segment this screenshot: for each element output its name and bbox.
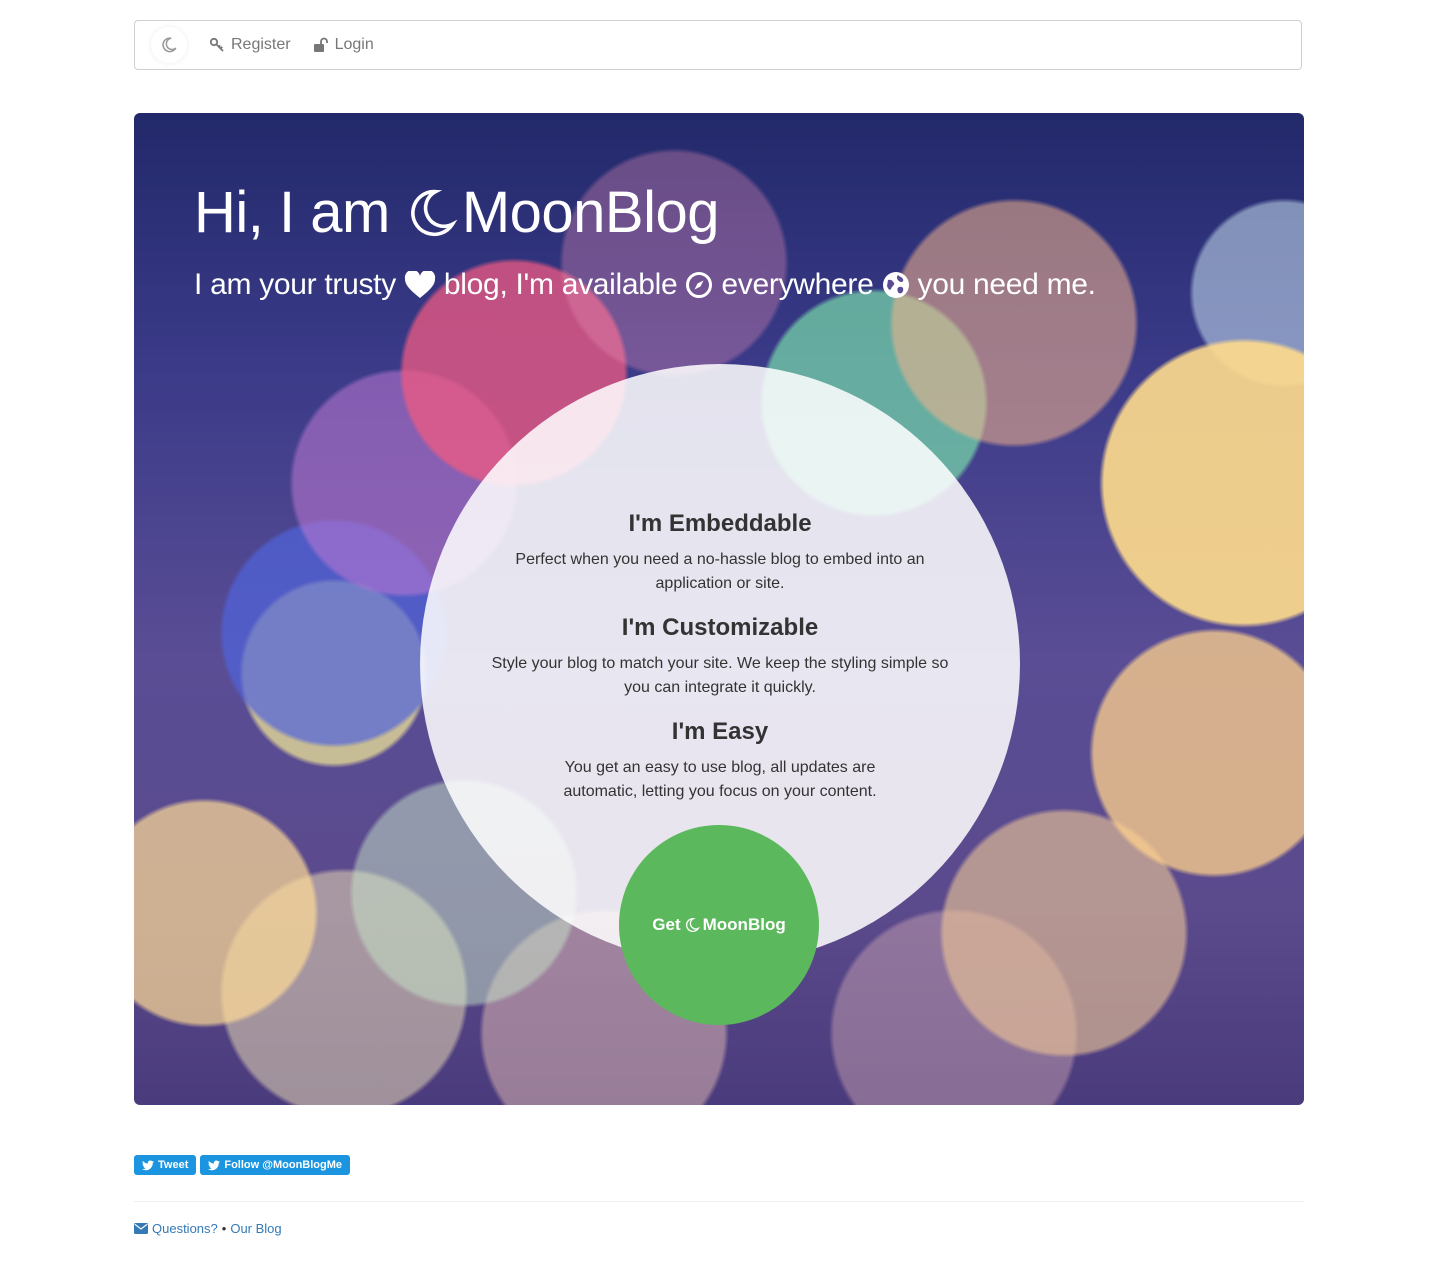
key-icon [209, 37, 224, 52]
feature-text-embeddable-line-1: Perfect when you need a no-hassle blog t… [515, 551, 925, 568]
follow-label: Follow @MoonBlogMe [224, 1159, 343, 1171]
feature-text-customizable-line-2: you can integrate it quickly. [624, 679, 816, 696]
footer-divider [134, 1201, 1304, 1202]
register-label: Register [231, 36, 291, 53]
moon-icon [685, 917, 700, 932]
heart-icon [404, 271, 436, 298]
feature-text-customizable-line-1: Style your blog to match your site. We k… [491, 655, 949, 672]
feature-text-customizable: Style your blog to match your site. We k… [420, 652, 1020, 700]
twitter-bird-icon [208, 1160, 221, 1170]
cta-brand: MoonBlog [702, 915, 786, 934]
feature-text-embeddable: Perfect when you need a no-hassle blog t… [420, 548, 1020, 596]
globe-icon [882, 272, 909, 298]
hero-title: Hi, I am MoonBlog [194, 179, 719, 246]
register-link[interactable]: Register [209, 36, 291, 54]
brand-moon-button[interactable] [151, 27, 187, 63]
cta-prefix: Get [652, 915, 681, 934]
feature-text-easy-line-2: automatic, letting you focus on your con… [563, 783, 877, 800]
questions-link[interactable]: Questions? [152, 1221, 218, 1236]
feature-text-easy: You get an easy to use blog, all updates… [420, 756, 1020, 804]
subtitle-part-3: everywhere [721, 268, 874, 301]
subtitle-part-2: blog, I'm available [443, 268, 678, 301]
social-buttons: Tweet Follow @MoonBlogMe [134, 1155, 351, 1175]
feature-title-customizable: I'm Customizable [621, 614, 819, 641]
hero-subtitle: I am your trusty blog, I'm available eve… [194, 268, 1096, 302]
footer: Questions? • Our Blog [134, 1221, 282, 1236]
tweet-label: Tweet [158, 1159, 189, 1171]
follow-button[interactable]: Follow @MoonBlogMe [200, 1155, 351, 1175]
envelope-icon [134, 1223, 148, 1234]
hero-title-prefix: Hi, I am [194, 180, 390, 245]
subtitle-part-1: I am your trusty [194, 268, 396, 301]
navbar: Register Login [134, 20, 1302, 70]
footer-separator: • [221, 1221, 227, 1236]
moon-icon [162, 37, 177, 53]
feature-title-easy: I'm Easy [671, 718, 769, 745]
twitter-bird-icon [142, 1160, 154, 1170]
get-moonblog-button[interactable]: Get MoonBlog [619, 825, 819, 1025]
moon-icon [410, 189, 458, 236]
login-label: Login [334, 36, 374, 53]
compass-icon [686, 272, 713, 298]
subtitle-part-4: you need me. [917, 268, 1096, 301]
tweet-button[interactable]: Tweet [134, 1155, 197, 1175]
unlock-icon [313, 37, 328, 52]
hero-banner: Hi, I am MoonBlog I am your trusty blog,… [134, 113, 1304, 1105]
feature-title-embeddable: I'm Embeddable [628, 510, 812, 537]
our-blog-link[interactable]: Our Blog [230, 1221, 281, 1236]
feature-text-embeddable-line-2: application or site. [655, 575, 785, 592]
hero-title-brand: MoonBlog [461, 180, 720, 245]
login-link[interactable]: Login [313, 36, 374, 54]
feature-text-easy-line-1: You get an easy to use blog, all updates… [564, 759, 876, 776]
